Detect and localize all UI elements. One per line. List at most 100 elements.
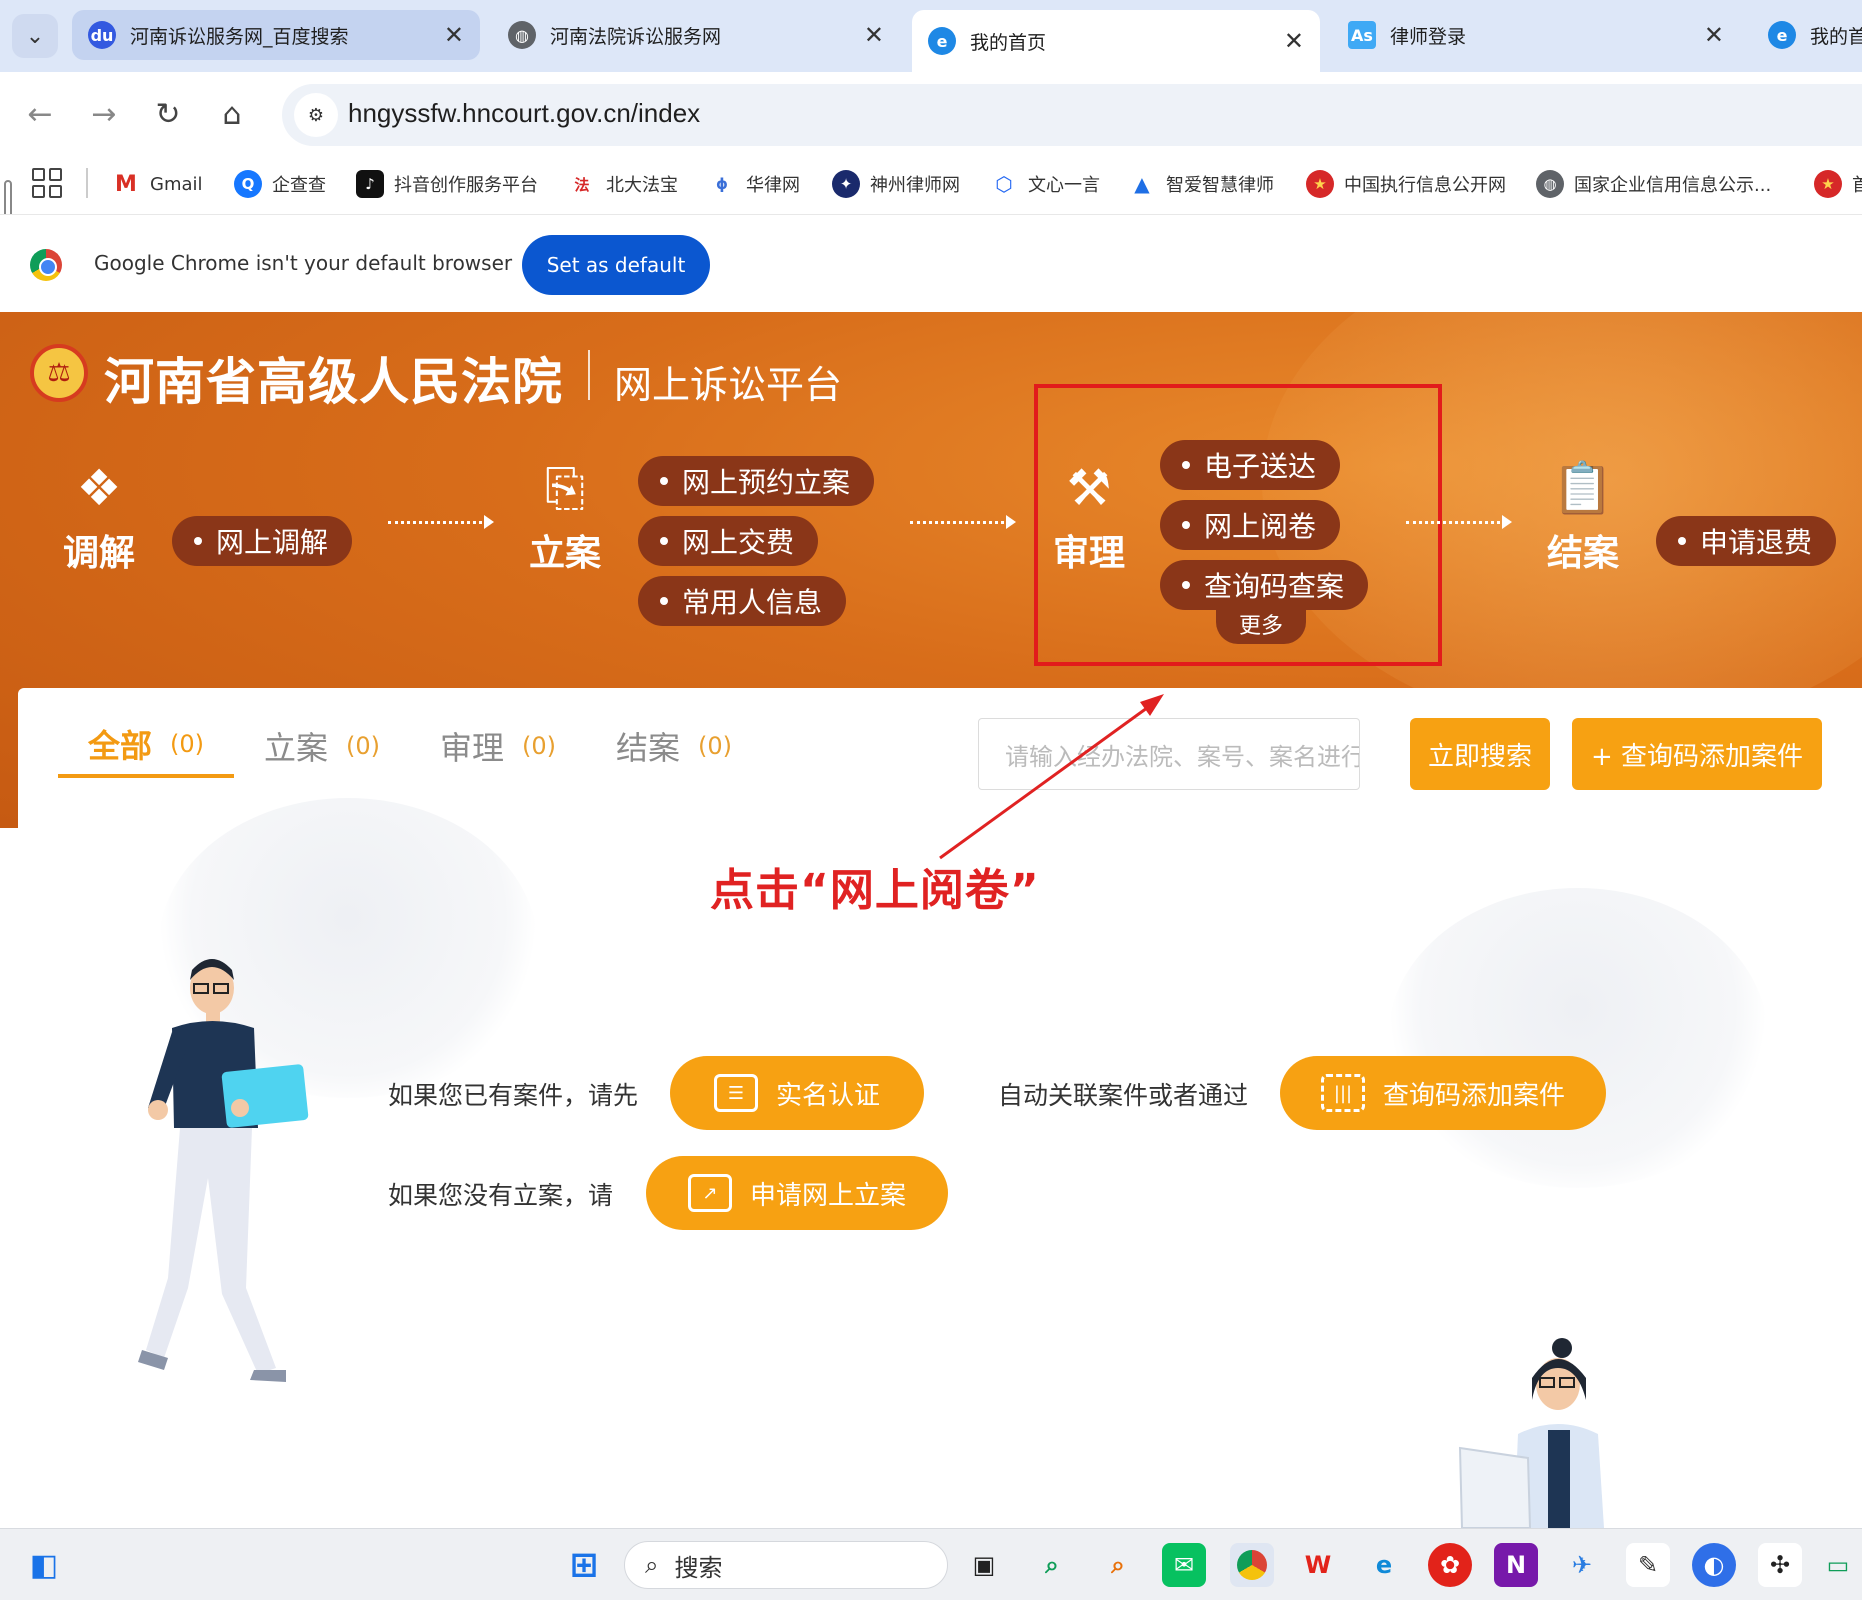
url-text[interactable]: hngyssfw.hncourt.gov.cn/index [348,98,700,129]
case-search-input[interactable]: 请输入经办法院、案号、案名进行 [978,718,1360,790]
site-info-icon[interactable]: ⚙ [294,93,338,137]
bookmark-pkulaw[interactable]: 法 北大法宝 [568,164,678,204]
close-tab-icon[interactable]: ✕ [864,21,884,49]
pkulaw-icon: 法 [568,170,596,198]
flow-arrow [1406,515,1512,531]
browser-tab-baidu-search[interactable]: du 河南诉讼服务网_百度搜索 ✕ [72,10,480,60]
close-tab-icon[interactable]: ✕ [444,21,464,49]
bookmark-zhiai-lawyer[interactable]: ▲ 智爱智慧律师 [1128,164,1274,204]
bullet-dot [660,477,668,485]
court-emblem-icon: ⚖ [30,344,88,402]
windows-taskbar: ◧ ⊞ ⌕ 搜索 ▣ ⌕ ⌕ ✉ W e ✿ N ✈ ✎ ◐ ✣ ▭ [0,1528,1862,1600]
bookmark-label: 智爱智慧律师 [1166,175,1274,196]
pill-frequent-contacts[interactable]: 常用人信息 [638,576,847,626]
tab-search-chevron-icon[interactable]: ⌄ [12,14,58,58]
chrome-taskbar-icon[interactable] [1230,1543,1274,1587]
search-now-button[interactable]: 立即搜索 [1410,718,1550,790]
bookmark-label: 企查查 [272,175,326,196]
pill-label: 网上调解 [216,526,329,559]
bookmark-label: 神州律师网 [870,175,960,196]
bookmark-shenzhou-lawyer[interactable]: ✦ 神州律师网 [832,164,960,204]
bookmark-douyin[interactable]: ♪ 抖音创作服务平台 [356,164,538,204]
tab-trial[interactable]: 审理 (0) [410,714,586,778]
bookmark-label: 首 [1852,175,1862,196]
case-status-tabs: 全部 (0) 立案 (0) 审理 (0) 结案 (0) [58,714,762,778]
monitor-app-icon[interactable]: ▭ [1816,1543,1860,1587]
bookmark-court[interactable]: ★ 首 [1814,164,1862,204]
zxgk-icon: ★ [1306,170,1334,198]
bookmark-wenxin[interactable]: ⬡ 文心一言 [990,164,1100,204]
forward-arrow-icon[interactable]: → [80,90,128,138]
ie-icon: e [928,27,956,55]
button-label: 查询码添加案件 [1382,1080,1565,1111]
flow-arrow [388,515,494,531]
bookmark-label: 国家企业信用信息公示... [1574,175,1772,196]
browser-toolbar: ← → ↻ ⌂ ⚙ hngyssfw.hncourt.gov.cn/index [0,72,1862,158]
bookmark-label: 中国执行信息公开网 [1344,175,1506,196]
search-app-icon[interactable]: ⌕ [1030,1543,1074,1587]
pill-online-appointment-filing[interactable]: 网上预约立案 [638,456,875,506]
wps-icon[interactable]: W [1296,1543,1340,1587]
infobar-message: Google Chrome isn't your default browser [94,251,513,275]
stage-filing[interactable]: ⎘ 立案 [510,458,620,576]
tab-closed[interactable]: 结案 (0) [586,714,762,778]
home-icon[interactable]: ⌂ [208,90,256,138]
edge-icon[interactable]: e [1362,1543,1406,1587]
wechat-work-icon[interactable]: ✉ [1162,1543,1206,1587]
apply-online-filing-button[interactable]: ↗ 申请网上立案 [646,1156,948,1230]
apps-grid-icon[interactable] [32,168,62,198]
pen-tool-icon[interactable]: ✎ [1626,1543,1670,1587]
tab-filing[interactable]: 立案 (0) [234,714,410,778]
id-card-icon: ☰ [713,1074,758,1112]
ai-app-icon[interactable]: ✣ [1758,1543,1802,1587]
close-tab-icon[interactable]: ✕ [1704,21,1724,49]
browser-tab-my-home[interactable]: e 我的首页 ✕ [912,10,1320,72]
taskbar-search-box[interactable]: ⌕ 搜索 [624,1541,948,1589]
browser-app-icon[interactable]: ◐ [1692,1543,1736,1587]
stage-closing[interactable]: 📋 结案 [1528,458,1638,576]
browser-tab-my-home-2[interactable]: e 我的首 [1752,10,1862,60]
pill-refund-request[interactable]: 申请退费 [1656,516,1837,566]
stage-mediation[interactable]: ❖ 调解 [44,458,154,576]
onenote-icon[interactable]: N [1494,1543,1538,1587]
tab-all[interactable]: 全部 (0) [58,714,234,778]
browser-tab-henan-court-service[interactable]: ◍ 河南法院诉讼服务网 ✕ [492,10,900,60]
tab-label: 立案 [263,729,328,767]
guide-line1-middle: 自动关联案件或者通过 [998,1081,1249,1110]
emblem-icon: ★ [1814,170,1842,198]
bookmark-66law[interactable]: ϕ 华律网 [708,164,800,204]
gmail-icon: M [112,170,140,198]
windows-start-icon[interactable]: ⊞ [562,1543,606,1587]
tab-title: 律师登录 [1390,25,1467,48]
globe-icon: ◍ [508,21,536,49]
bookmark-zxgk[interactable]: ★ 中国执行信息公开网 [1306,164,1506,204]
query-code-add-case-button[interactable]: ||| 查询码添加案件 [1280,1056,1606,1130]
everything-search-icon[interactable]: ⌕ [1096,1543,1140,1587]
pill-online-mediation[interactable]: 网上调解 [172,516,353,566]
clipboard-check-icon: 📋 [1551,459,1615,517]
bullet-dot [660,597,668,605]
set-as-default-button[interactable]: Set as default [522,235,710,295]
browser-tab-lawyer-login[interactable]: As 律师登录 ✕ [1332,10,1740,60]
bookmark-gsxt[interactable]: ◍ 国家企业信用信息公示... [1536,164,1771,204]
bookmark-qichacha[interactable]: Q 企查查 [234,164,326,204]
guide-line1-prefix: 如果您已有案件，请先 [388,1081,639,1110]
bookmark-gmail[interactable]: M Gmail [112,164,203,204]
address-bar[interactable]: ⚙ hngyssfw.hncourt.gov.cn/index [282,84,1862,146]
default-browser-infobar: Google Chrome isn't your default browser… [0,214,1862,312]
mail-app-icon[interactable]: ✈ [1560,1543,1604,1587]
real-name-verification-button[interactable]: ☰ 实名认证 [670,1056,924,1130]
widgets-icon[interactable]: ◧ [22,1543,66,1587]
annotation-text: 点击“网上阅卷” [710,865,1040,916]
pill-online-payment[interactable]: 网上交费 [638,516,819,566]
reload-icon[interactable]: ↻ [144,90,192,138]
huawei-icon[interactable]: ✿ [1428,1543,1472,1587]
add-case-by-query-code-button[interactable]: + 查询码添加案件 [1572,718,1822,790]
close-tab-icon[interactable]: ✕ [1284,27,1304,55]
stage-label: 立案 [528,533,601,574]
chrome-logo-icon [30,249,62,281]
tab-count: (0) [522,732,556,760]
task-view-icon[interactable]: ▣ [962,1543,1006,1587]
back-arrow-icon[interactable]: ← [16,90,64,138]
tab-title: 河南法院诉讼服务网 [550,25,722,48]
